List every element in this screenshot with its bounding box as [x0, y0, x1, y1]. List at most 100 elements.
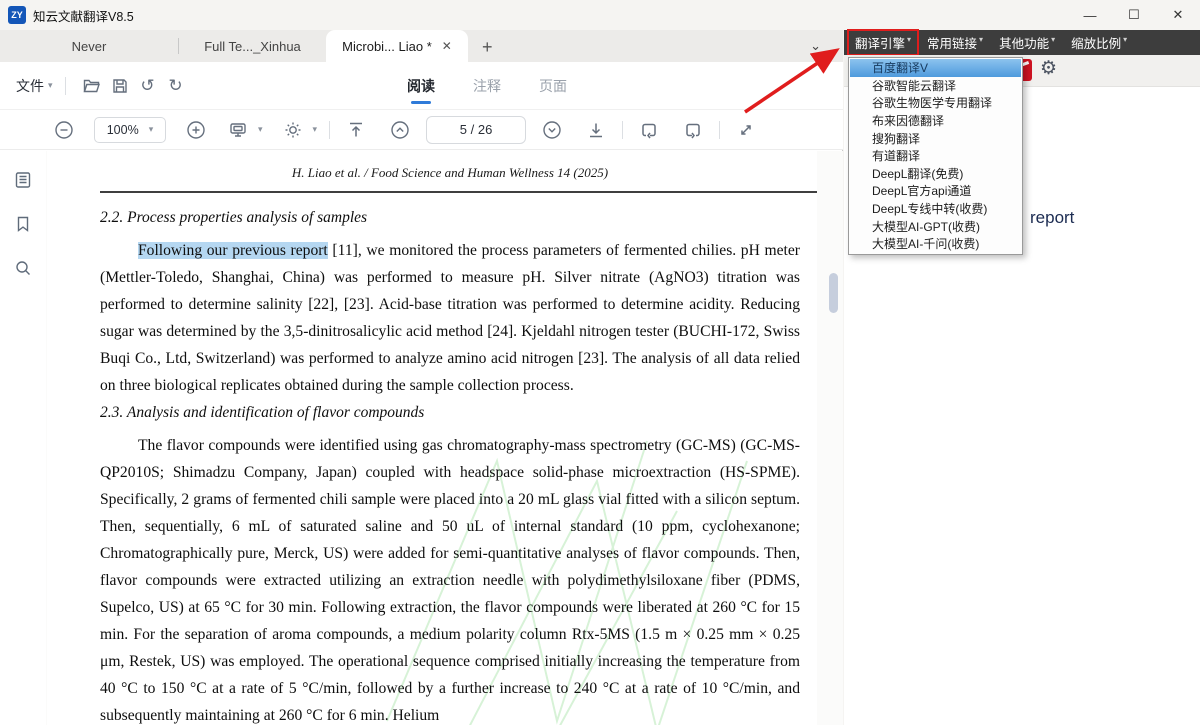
zoom-out-icon — [54, 120, 74, 140]
page-number-input[interactable] — [426, 115, 527, 144]
zoom-out-button[interactable] — [50, 116, 78, 144]
tab-page[interactable]: 页面 — [537, 72, 569, 100]
pdf-page[interactable]: H. Liao et al. / Food Science and Human … — [47, 151, 817, 725]
redo-icon: ↻ — [168, 75, 183, 95]
file-menu-label: 文件 — [16, 77, 44, 94]
engine-option-google-biomed[interactable]: 谷歌生物医学专用翻译 — [850, 94, 1021, 112]
engine-option-sogou[interactable]: 搜狗翻译 — [850, 129, 1021, 147]
rotate-left-icon — [639, 120, 659, 140]
window-controls: — ☐ ✕ — [1068, 0, 1200, 30]
menu-label: 翻译引擎 — [855, 37, 906, 51]
pdf-viewer-pane: Never Full Te..._Xinhua Microbi... Liao … — [0, 30, 843, 725]
vertical-scrollbar[interactable] — [829, 151, 838, 725]
document-tabbar: Never Full Te..._Xinhua Microbi... Liao … — [0, 30, 843, 62]
pdf-controls-toolbar: 100% ▾ ▾ ▾ — [0, 110, 843, 150]
header-rule — [100, 191, 817, 193]
save-button[interactable] — [106, 72, 134, 100]
undo-icon: ↺ — [140, 75, 155, 95]
rotate-right-button[interactable] — [679, 116, 707, 144]
tab-never[interactable]: Never — [0, 30, 178, 62]
tab-fulltext-xinhua[interactable]: Full Te..._Xinhua — [179, 30, 326, 62]
main-toolbar: 文件 ▾ ↺ ↻ 阅读 注释 页面 — [0, 62, 843, 110]
tab-annotate[interactable]: 注释 — [471, 72, 503, 100]
zoom-in-icon — [186, 120, 206, 140]
zoom-level-select[interactable]: 100% ▾ — [94, 116, 166, 143]
go-to-top-button[interactable] — [342, 116, 370, 144]
brightness-button[interactable] — [279, 116, 307, 144]
bookmarks-panel-button[interactable] — [12, 215, 34, 237]
expand-icon — [736, 120, 756, 140]
undo-button[interactable]: ↺ — [134, 72, 162, 100]
maximize-button[interactable]: ☐ — [1112, 0, 1156, 30]
engine-option-google-cloud[interactable]: 谷歌智能云翻译 — [850, 77, 1021, 95]
next-page-button[interactable] — [538, 116, 566, 144]
menu-label: 常用链接 — [927, 37, 978, 51]
rotate-left-button[interactable] — [635, 116, 663, 144]
arrow-to-bottom-icon — [586, 120, 606, 140]
bookmark-icon — [14, 215, 32, 238]
paragraph-text: [11], we monitored the process parameter… — [100, 242, 800, 394]
menu-translation-engine[interactable]: 翻译引擎 ▾ — [846, 29, 920, 56]
zoom-level-value: 100% — [106, 122, 139, 137]
engine-option-deepl-api[interactable]: DeepL官方api通道 — [850, 182, 1021, 200]
close-button[interactable]: ✕ — [1156, 0, 1200, 30]
fullscreen-button[interactable] — [732, 116, 760, 144]
rotate-right-icon — [683, 120, 703, 140]
chevron-down-icon[interactable]: ▾ — [313, 124, 318, 135]
engine-option-ai-qianwen[interactable]: 大模型AI-千问(收费) — [850, 235, 1021, 253]
save-icon — [111, 77, 129, 95]
tab-microbi-liao-active[interactable]: Microbi... Liao * ✕ — [326, 30, 468, 62]
menu-common-links[interactable]: 常用链接 ▾ — [921, 31, 989, 54]
thumbnails-panel-button[interactable] — [12, 171, 34, 193]
chevron-down-icon: ▾ — [907, 35, 912, 44]
minimize-button[interactable]: — — [1068, 0, 1112, 30]
new-tab-button[interactable]: + — [482, 37, 493, 58]
circle-chevron-up-icon — [390, 120, 410, 140]
window-titlebar: ZY 知云文献翻译V8.5 — ☐ ✕ — [0, 0, 1200, 30]
page-display-mode-button[interactable] — [224, 116, 252, 144]
selected-text[interactable]: Following our previous report — [138, 242, 328, 259]
chevron-down-icon: ▾ — [148, 124, 154, 134]
chevron-down-icon: ▾ — [1051, 35, 1056, 44]
engine-option-deepl-relay[interactable]: DeepL专线中转(收费) — [850, 200, 1021, 218]
zoom-in-button[interactable] — [182, 116, 210, 144]
source-text-fragment: report — [1030, 208, 1075, 227]
scrollbar-thumb[interactable] — [829, 273, 838, 313]
section-2-2-heading: 2.2. Process properties analysis of samp… — [100, 209, 368, 226]
toolbar-divider — [622, 120, 624, 139]
tab-close-icon[interactable]: ✕ — [442, 39, 452, 53]
menu-zoom-ratio[interactable]: 缩放比例 ▾ — [1065, 31, 1133, 54]
engine-option-deepl-free[interactable]: DeepL翻译(免费) — [850, 165, 1021, 183]
open-file-button[interactable] — [78, 72, 106, 100]
section-2-3-heading: 2.3. Analysis and identification of flav… — [100, 404, 425, 421]
menu-label: 其他功能 — [999, 37, 1050, 51]
search-panel-button[interactable] — [12, 259, 34, 281]
tab-read[interactable]: 阅读 — [405, 72, 437, 100]
menu-label: 缩放比例 — [1071, 37, 1122, 51]
engine-option-ai-gpt[interactable]: 大模型AI-GPT(收费) — [850, 217, 1021, 235]
chevron-down-icon[interactable]: ▾ — [258, 124, 263, 135]
app-logo: ZY — [8, 6, 26, 24]
engine-option-brainder[interactable]: 布来因德翻译 — [850, 112, 1021, 130]
toolbar-divider — [719, 120, 721, 139]
view-mode-tabs: 阅读 注释 页面 — [405, 62, 569, 110]
file-menu-button[interactable]: 文件 ▾ — [16, 76, 53, 96]
engine-option-youdao[interactable]: 有道翻译 — [850, 147, 1021, 165]
go-to-bottom-button[interactable] — [582, 116, 610, 144]
chevron-down-icon: ▾ — [979, 35, 984, 44]
previous-page-button[interactable] — [386, 116, 414, 144]
folder-open-icon — [82, 76, 101, 95]
toolbar-divider — [329, 120, 331, 139]
translation-panel: 翻译引擎 ▾ 常用链接 ▾ 其他功能 ▾ 缩放比例 ▾ ⚙ report 百度翻译V 谷… — [844, 29, 1200, 725]
page-number-field[interactable] — [431, 122, 522, 137]
paragraph-process-properties: Following our previous report [11], we m… — [100, 237, 800, 399]
chevron-down-icon: ▾ — [48, 80, 53, 90]
gear-icon[interactable]: ⚙ — [1040, 57, 1057, 80]
display-mode-icon — [228, 120, 248, 140]
redo-button[interactable]: ↻ — [162, 72, 190, 100]
menu-other-functions[interactable]: 其他功能 ▾ — [993, 31, 1061, 54]
toolbar-divider — [64, 76, 66, 95]
tab-overflow-chevron-icon[interactable]: ⌄ — [810, 38, 821, 54]
tab-label: Microbi... Liao * — [342, 38, 432, 54]
engine-option-baidu[interactable]: 百度翻译V — [850, 59, 1021, 77]
